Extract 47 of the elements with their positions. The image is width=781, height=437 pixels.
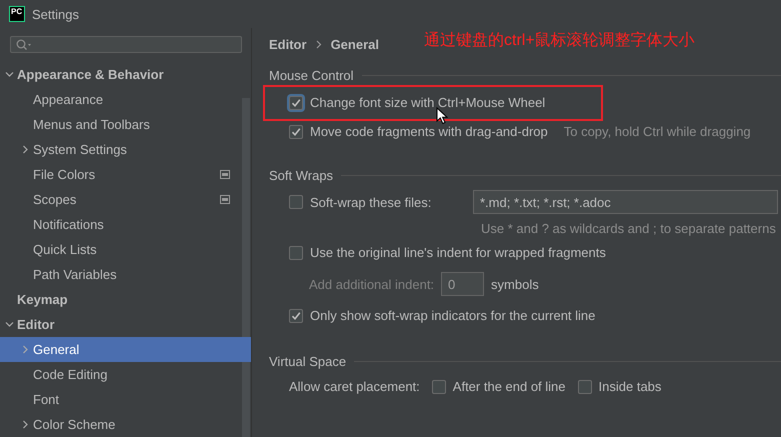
section-title: Virtual Space — [269, 354, 346, 368]
app-logo: PC — [9, 6, 25, 22]
checkbox[interactable] — [289, 124, 303, 138]
scrollbar[interactable] — [242, 98, 250, 437]
checkbox-label[interactable]: Only show soft-wrap indicators for the current line — [310, 308, 596, 323]
checkbox-label[interactable]: After the end of line — [452, 379, 566, 394]
tree-item[interactable]: Editor — [0, 312, 242, 337]
chevron-icon — [316, 40, 322, 48]
input-field[interactable]: *.md; *.txt; *.rst; *.adoc — [473, 190, 778, 214]
field-label: Allow caret placement: — [289, 379, 420, 394]
checkbox[interactable] — [289, 308, 303, 322]
checkbox-label[interactable]: Inside tabs — [598, 379, 662, 394]
tree-item[interactable]: System Settings — [0, 137, 242, 162]
search-icon — [16, 38, 32, 50]
checkbox-label[interactable]: Use the original line's indent for wrapped fragments — [310, 245, 606, 260]
tree-item[interactable]: Quick Lists — [0, 237, 242, 262]
hint-text: To copy, hold Ctrl while dragging — [564, 124, 751, 139]
checkbox[interactable] — [289, 246, 303, 260]
tree-item[interactable]: Path Variables — [0, 262, 242, 287]
tree-item[interactable]: General — [0, 337, 251, 362]
breadcrumb-item[interactable]: General — [330, 36, 379, 52]
breadcrumb-item[interactable]: Editor — [269, 36, 307, 52]
checkbox-label[interactable]: Move code fragments with drag-and-drop — [310, 124, 548, 139]
tree-item[interactable]: Code Editing — [0, 362, 242, 387]
checkbox[interactable] — [289, 96, 303, 110]
checkbox[interactable] — [578, 380, 592, 394]
tree-item[interactable]: Keymap — [0, 287, 242, 312]
tree-item[interactable]: Menus and Toolbars — [0, 112, 242, 137]
tree-item[interactable]: Notifications — [0, 212, 242, 237]
tree-item[interactable]: Appearance — [0, 87, 242, 112]
tree-item[interactable]: Scopes — [0, 187, 242, 212]
checkbox-label[interactable]: Soft-wrap these files: — [310, 194, 466, 210]
tree-item[interactable]: Appearance & Behavior — [0, 62, 242, 87]
search-field[interactable] — [10, 36, 242, 53]
section-title: Soft Wraps — [269, 168, 334, 182]
checkbox-label[interactable]: Change font size with Ctrl+Mouse Wheel — [310, 95, 546, 110]
hint-text: Use * and ? as wildcards and ; to separate patterns — [481, 220, 776, 236]
checkbox[interactable] — [432, 380, 446, 394]
tree-item[interactable]: Color Scheme — [0, 412, 242, 437]
unit-label: symbols — [491, 276, 539, 292]
annotation-text: 通过键盘的ctrl+鼠标滚轮调整字体大小 — [423, 30, 696, 51]
field-label: Add additional indent: — [309, 276, 434, 292]
tree-item[interactable]: File Colors — [0, 162, 242, 187]
window-title: Settings — [32, 6, 79, 22]
checkbox[interactable] — [289, 195, 303, 209]
tree-item[interactable]: Font — [0, 387, 242, 412]
section-title: Mouse Control — [269, 68, 354, 82]
